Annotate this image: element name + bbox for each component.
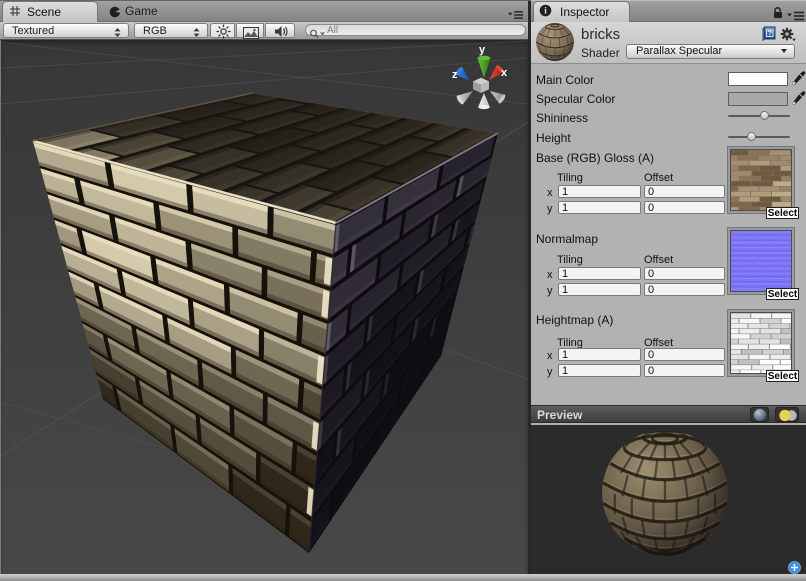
svg-text:z: z bbox=[452, 69, 458, 81]
svg-text:?: ? bbox=[768, 29, 773, 38]
svg-text:x: x bbox=[501, 67, 508, 79]
svg-text:y: y bbox=[479, 44, 486, 56]
